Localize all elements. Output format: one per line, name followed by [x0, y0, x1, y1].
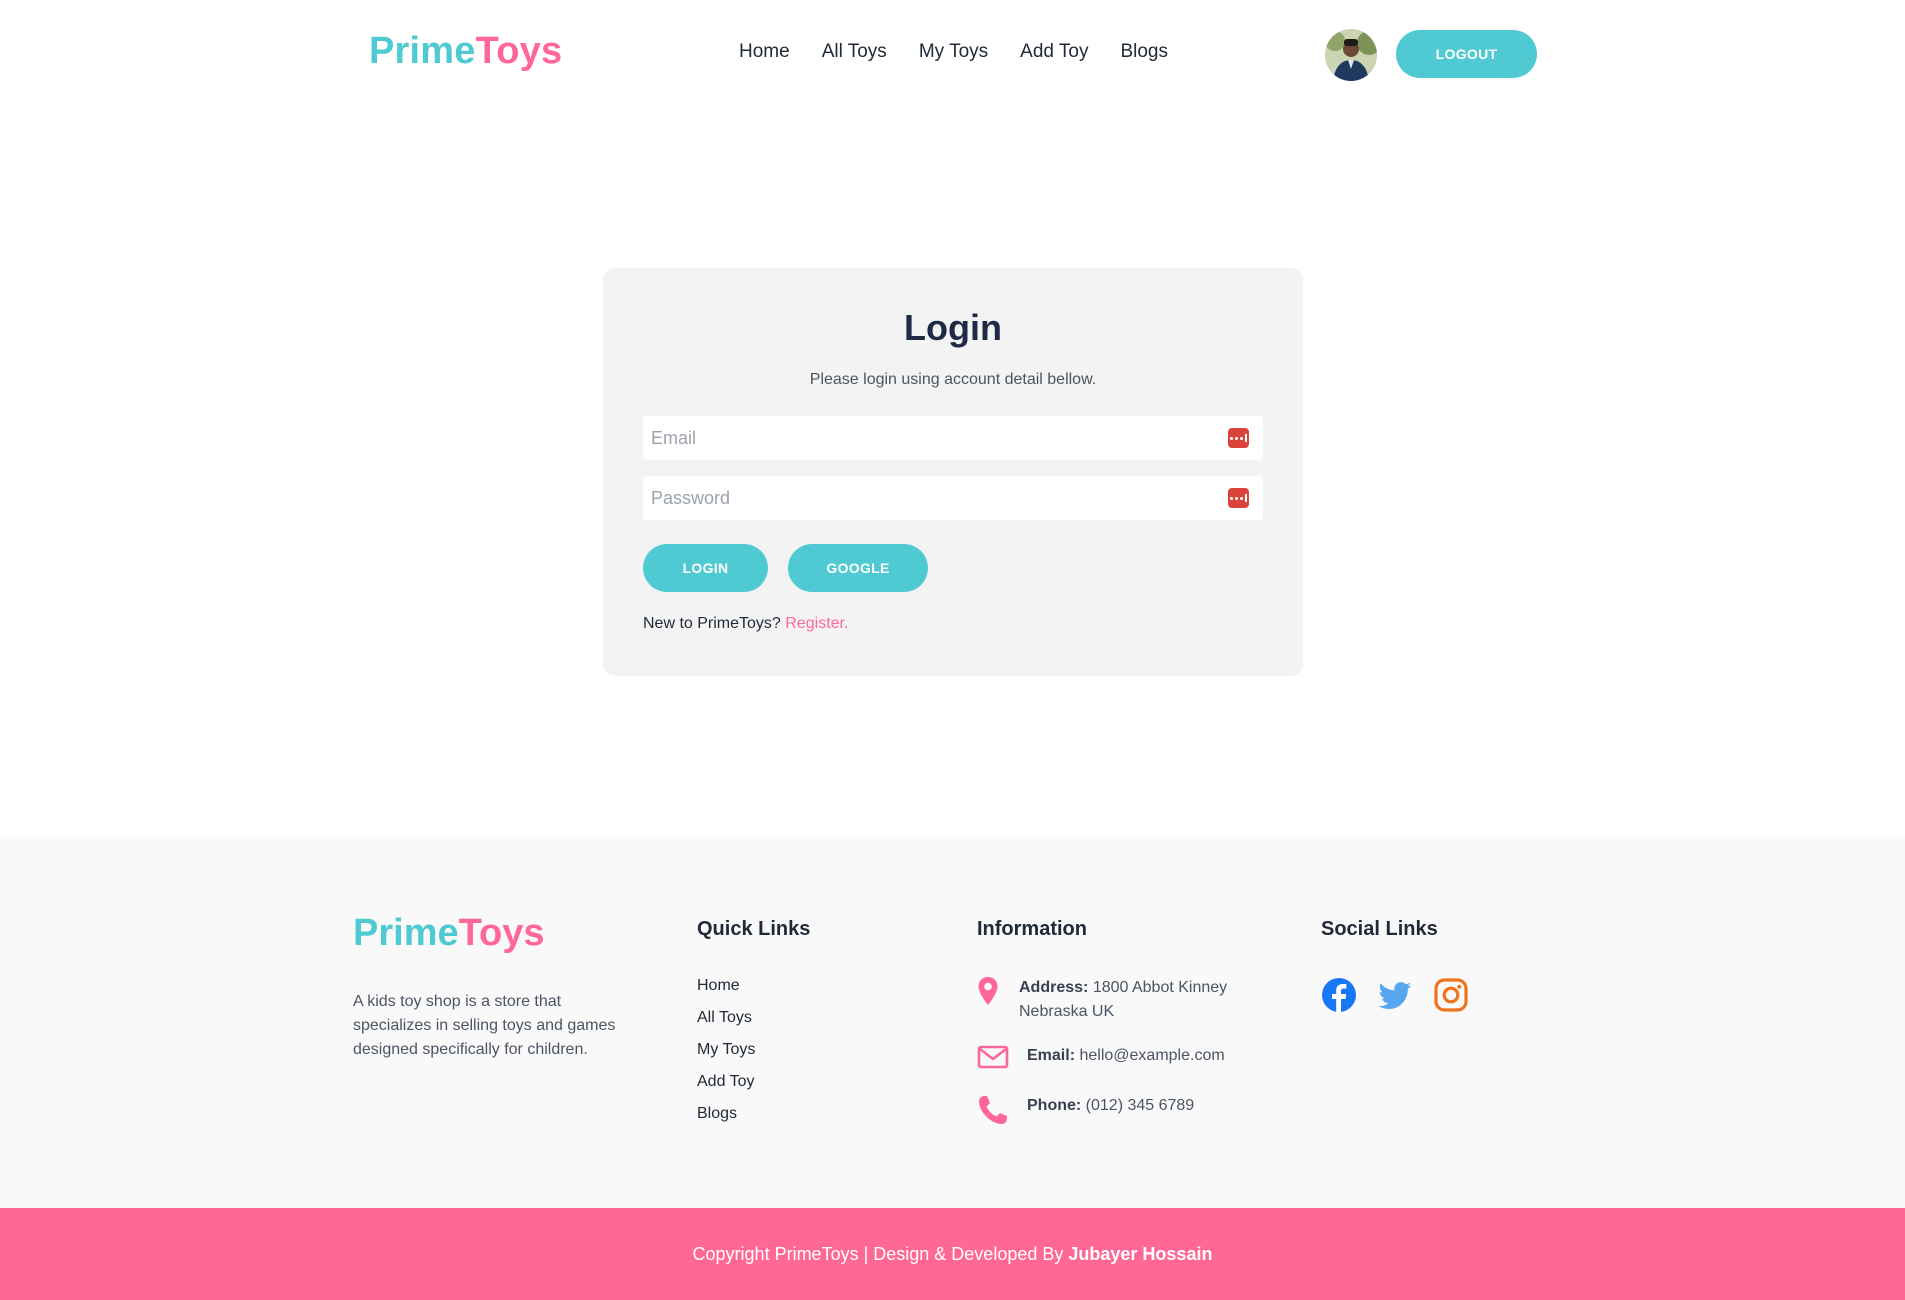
quick-links-list: Home All Toys My Toys Add Toy Blogs	[697, 976, 755, 1136]
password-manager-icon[interactable]	[1228, 428, 1249, 448]
logout-button[interactable]: LOGOUT	[1396, 30, 1537, 78]
quick-link-home[interactable]: Home	[697, 976, 755, 1008]
quick-link-all-toys[interactable]: All Toys	[697, 1008, 755, 1040]
login-card: Login Please login using account detail …	[603, 268, 1303, 676]
nav-my-toys[interactable]: My Toys	[919, 41, 988, 63]
login-title: Login	[904, 307, 1002, 348]
site-header: PrimeToys Home All Toys My Toys Add Toy …	[0, 0, 1905, 108]
register-prompt-line: New to PrimeToys? Register.	[643, 615, 848, 633]
social-links	[1321, 977, 1469, 1013]
brand-logo[interactable]: PrimeToys	[369, 30, 562, 73]
nav-add-toy[interactable]: Add Toy	[1020, 41, 1088, 63]
social-links-heading: Social Links	[1321, 918, 1438, 940]
instagram-icon[interactable]	[1433, 977, 1469, 1013]
email-row: Email: hello@example.com	[977, 1044, 1225, 1075]
quick-links-heading: Quick Links	[697, 918, 811, 940]
register-link[interactable]: Register.	[785, 615, 848, 632]
footer-brand-toys: Toys	[458, 912, 545, 954]
footer-brand-logo[interactable]: PrimeToys	[353, 912, 545, 955]
login-button[interactable]: LOGIN	[643, 544, 768, 592]
password-field-wrapper	[643, 476, 1263, 520]
address-label: Address:	[1019, 979, 1089, 996]
brand-logo-toys: Toys	[475, 30, 563, 72]
nav-blogs[interactable]: Blogs	[1120, 41, 1168, 63]
user-avatar[interactable]	[1325, 29, 1377, 81]
address-line2: Nebraska UK	[1019, 1003, 1115, 1020]
google-login-button[interactable]: GOOGLE	[788, 544, 928, 592]
quick-link-blogs[interactable]: Blogs	[697, 1104, 755, 1136]
twitter-icon[interactable]	[1377, 977, 1413, 1013]
nav-all-toys[interactable]: All Toys	[822, 41, 887, 63]
email-label: Email:	[1027, 1047, 1076, 1064]
phone-value[interactable]: (012) 345 6789	[1086, 1097, 1195, 1114]
password-input[interactable]	[643, 476, 1263, 520]
phone-text: Phone: (012) 345 6789	[1027, 1094, 1194, 1118]
email-field-wrapper	[643, 416, 1263, 460]
phone-icon	[977, 1094, 1027, 1131]
address-line1: 1800 Abbot Kinney	[1092, 979, 1228, 996]
phone-row: Phone: (012) 345 6789	[977, 1094, 1194, 1131]
avatar-image	[1325, 29, 1377, 81]
quick-link-my-toys[interactable]: My Toys	[697, 1040, 755, 1072]
mail-icon	[977, 1044, 1027, 1075]
site-footer: PrimeToys A kids toy shop is a store tha…	[0, 836, 1905, 1208]
copyright-author: Jubayer Hossain	[1068, 1244, 1213, 1264]
register-prompt: New to PrimeToys?	[643, 615, 781, 632]
copyright-bar: Copyright PrimeToys | Design & Developed…	[0, 1208, 1905, 1300]
brand-logo-prime: Prime	[369, 30, 476, 72]
phone-label: Phone:	[1027, 1097, 1082, 1114]
facebook-icon[interactable]	[1321, 977, 1357, 1013]
map-pin-icon	[977, 976, 1019, 1011]
email-value[interactable]: hello@example.com	[1079, 1047, 1224, 1064]
copyright-text: Copyright PrimeToys | Design & Developed…	[692, 1244, 1064, 1264]
email-input[interactable]	[643, 416, 1263, 460]
login-subtitle: Please login using account detail bellow…	[809, 371, 1097, 388]
footer-description: A kids toy shop is a store that speciali…	[353, 993, 616, 1058]
information-heading: Information	[977, 918, 1087, 940]
password-manager-icon[interactable]	[1228, 488, 1249, 508]
address-row: Address: 1800 Abbot Kinney Nebraska UK	[977, 976, 1227, 1024]
nav-home[interactable]: Home	[739, 41, 790, 63]
quick-link-add-toy[interactable]: Add Toy	[697, 1072, 755, 1104]
main-nav: Home All Toys My Toys Add Toy Blogs	[739, 41, 1168, 63]
address-text: Address: 1800 Abbot Kinney Nebraska UK	[1019, 976, 1227, 1024]
email-text: Email: hello@example.com	[1027, 1044, 1225, 1068]
footer-brand-prime: Prime	[353, 912, 459, 954]
